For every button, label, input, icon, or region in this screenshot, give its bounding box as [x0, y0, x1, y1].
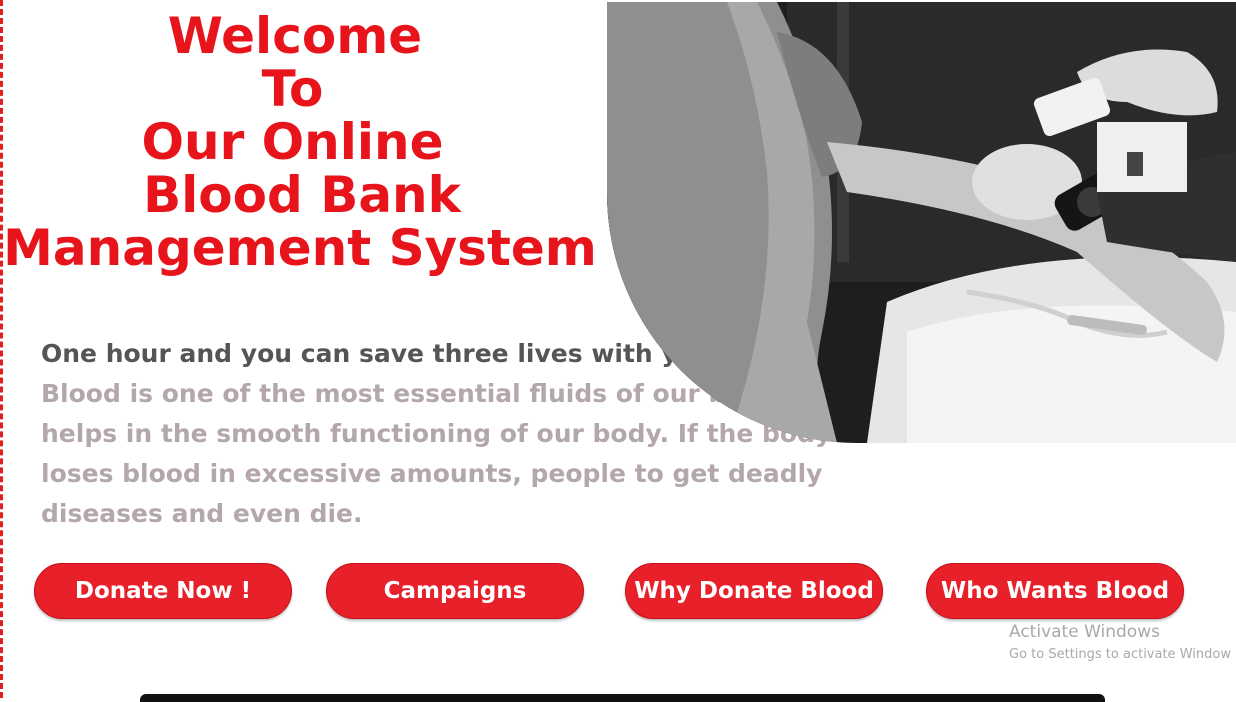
- activate-windows-title: Activate Windows: [1009, 622, 1160, 642]
- welcome-heading: Welcome To Our Online Blood Bank Managem…: [0, 10, 600, 275]
- welcome-line: Blood Bank: [143, 166, 461, 224]
- welcome-line: Welcome: [167, 7, 423, 65]
- campaigns-button[interactable]: Campaigns: [326, 563, 584, 619]
- bottom-section-edge: [140, 694, 1105, 702]
- who-wants-blood-button[interactable]: Who Wants Blood: [926, 563, 1184, 619]
- welcome-line: Our Online: [141, 113, 444, 171]
- blood-donation-photo: [607, 2, 1236, 443]
- activate-windows-subtitle: Go to Settings to activate Window: [1009, 647, 1231, 662]
- welcome-line: To: [261, 60, 324, 118]
- photo-illustration: [607, 2, 1236, 443]
- why-donate-blood-button[interactable]: Why Donate Blood: [625, 563, 883, 619]
- donate-now-button[interactable]: Donate Now !: [34, 563, 292, 619]
- welcome-line: Management System: [3, 219, 597, 277]
